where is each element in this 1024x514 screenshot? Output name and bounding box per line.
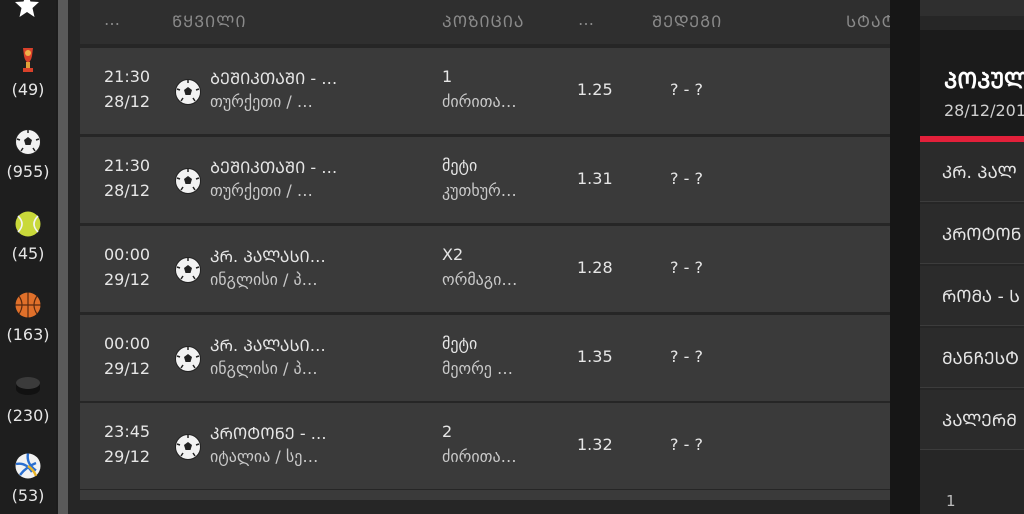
row-match: ᲙᲠᲝᲢᲝᲜᲔ - … <box>210 424 327 443</box>
soccer-ball-icon <box>175 168 201 194</box>
row-market: მეორე … <box>442 359 514 378</box>
row-match: ᲙᲠ. ᲞᲐᲚᲐᲡᲘ… <box>210 336 326 355</box>
bets-table: … ᲬᲧᲕᲘᲚᲘ ᲞᲝᲖᲘᲪᲘᲐ … ᲨᲔᲓᲔᲒᲘ ᲡᲢᲐᲢ 21:30 28/… <box>80 0 895 514</box>
panel-divider <box>890 0 920 514</box>
table-row[interactable]: 21:30 28/12 ᲑᲔᲨᲘᲙᲗᲐᲨᲘ - … თურქეთი / … 1 … <box>80 48 890 134</box>
popular-item[interactable]: ᲛᲐᲜᲩᲔᲡᲢ <box>920 328 1024 388</box>
row-league: იტალია / სე… <box>210 447 319 466</box>
header-col4: … <box>578 10 595 29</box>
row-odds: 1.32 <box>577 435 613 454</box>
sport-count: (955) <box>6 162 50 181</box>
hockey-puck-icon <box>16 377 40 395</box>
row-time: 21:30 <box>104 67 151 86</box>
popular-panel: ᲞᲝᲞᲣᲚ 28/12/201 ᲙᲠ. ᲞᲐᲚ ᲙᲠᲝᲢᲝᲜ ᲠᲝᲛᲐ - Ს … <box>920 0 1024 514</box>
row-time: 23:45 <box>104 422 151 441</box>
popular-item[interactable]: ᲙᲠᲝᲢᲝᲜ <box>920 204 1024 264</box>
row-date: 28/12 <box>104 181 151 200</box>
header-status: ᲡᲢᲐᲢ <box>846 12 896 31</box>
row-pick: მეტი <box>442 334 478 353</box>
sport-count: (49) <box>11 80 45 99</box>
popular-item-label: ᲞᲐᲚᲔᲠᲛ <box>942 411 1018 431</box>
table-row[interactable]: 00:00 29/12 ᲙᲠ. ᲞᲐᲚᲐᲡᲘ… ინგლისი / პ… მეტ… <box>80 315 890 401</box>
sport-count: (230) <box>6 406 50 425</box>
popular-item-label: ᲛᲐᲜᲩᲔᲡᲢ <box>942 349 1019 369</box>
row-pick: მეტი <box>442 156 478 175</box>
row-result: ? - ? <box>670 347 703 366</box>
popular-top-strip <box>920 0 1024 16</box>
popular-header: ᲞᲝᲞᲣᲚ 28/12/201 <box>920 30 1024 136</box>
volleyball-icon <box>15 453 41 479</box>
row-match: ᲙᲠ. ᲞᲐᲚᲐᲡᲘ… <box>210 247 326 266</box>
header-position: ᲞᲝᲖᲘᲪᲘᲐ <box>442 12 525 31</box>
tennis-ball-icon <box>15 211 41 237</box>
row-odds: 1.25 <box>577 80 613 99</box>
popular-item-label: ᲙᲠ. ᲞᲐᲚ <box>942 163 1017 183</box>
row-pick: 2 <box>442 422 453 441</box>
soccer-ball-icon <box>15 129 41 155</box>
row-date: 28/12 <box>104 92 151 111</box>
row-league: თურქეთი / … <box>210 92 313 111</box>
table-row[interactable]: 23:45 29/12 ᲙᲠᲝᲢᲝᲜᲔ - … იტალია / სე… 2 ძ… <box>80 403 890 489</box>
popular-item[interactable]: ᲞᲐᲚᲔᲠᲛ <box>920 390 1024 450</box>
header-event: ᲬᲧᲕᲘᲚᲘ <box>172 12 247 31</box>
row-market: კუთხურ… <box>442 181 517 200</box>
popular-item[interactable]: ᲠᲝᲛᲐ - Ს <box>920 266 1024 326</box>
table-footer <box>80 490 890 500</box>
row-league: ინგლისი / პ… <box>210 359 318 378</box>
sport-count: (53) <box>11 486 45 505</box>
soccer-ball-icon <box>175 257 201 283</box>
row-date: 29/12 <box>104 270 151 289</box>
soccer-ball-icon <box>175 346 201 372</box>
popular-date: 28/12/201 <box>944 101 1024 120</box>
row-odds: 1.28 <box>577 258 613 277</box>
worldcup-trophy-icon <box>23 48 33 72</box>
table-row[interactable]: 21:30 28/12 ᲑᲔᲨᲘᲙᲗᲐᲨᲘ - … თურქეთი / … მე… <box>80 137 890 223</box>
row-time: 21:30 <box>104 156 151 175</box>
app-root: (49) (955) (45) (163) (230) (53) … ᲬᲧᲕᲘᲚ… <box>0 0 1024 514</box>
sport-volleyball[interactable]: (53) <box>0 452 56 505</box>
row-match: ᲑᲔᲨᲘᲙᲗᲐᲨᲘ - … <box>210 69 338 88</box>
soccer-ball-icon <box>175 434 201 460</box>
sidebar-scrollbar[interactable] <box>58 0 68 514</box>
sport-count: (163) <box>6 325 50 344</box>
row-league: ინგლისი / პ… <box>210 270 318 289</box>
sport-tennis[interactable]: (45) <box>0 210 56 263</box>
header-col1: … <box>104 10 121 29</box>
popular-item-label: ᲙᲠᲝᲢᲝᲜ <box>942 225 1022 245</box>
row-time: 00:00 <box>104 245 151 264</box>
soccer-ball-icon <box>175 79 201 105</box>
gutter <box>68 0 80 514</box>
popular-item[interactable]: ᲙᲠ. ᲞᲐᲚ <box>920 142 1024 202</box>
row-date: 29/12 <box>104 447 151 466</box>
row-league: თურქეთი / … <box>210 181 313 200</box>
row-match: ᲑᲔᲨᲘᲙᲗᲐᲨᲘ - … <box>210 158 338 177</box>
row-pick: 1 <box>442 67 453 86</box>
sport-soccer[interactable]: (955) <box>0 128 56 181</box>
row-market: ძირითა… <box>442 92 517 111</box>
row-time: 00:00 <box>104 334 151 353</box>
row-odds: 1.31 <box>577 169 613 188</box>
row-market: ძირითა… <box>442 447 517 466</box>
table-row[interactable]: 00:00 29/12 ᲙᲠ. ᲞᲐᲚᲐᲡᲘ… ინგლისი / პ… X2 … <box>80 226 890 312</box>
sports-sidebar: (49) (955) (45) (163) (230) (53) <box>0 0 56 514</box>
sport-basketball[interactable]: (163) <box>0 291 56 344</box>
popular-page-number[interactable]: 1 <box>946 492 956 510</box>
row-result: ? - ? <box>670 435 703 454</box>
popular-item-label: ᲠᲝᲛᲐ - Ს <box>942 287 1020 307</box>
header-result: ᲨᲔᲓᲔᲒᲘ <box>652 12 723 31</box>
row-date: 29/12 <box>104 359 151 378</box>
row-pick: X2 <box>442 245 464 264</box>
row-result: ? - ? <box>670 169 703 188</box>
row-result: ? - ? <box>670 80 703 99</box>
row-market: ორმაგი… <box>442 270 518 289</box>
row-result: ? - ? <box>670 258 703 277</box>
star-icon[interactable] <box>14 0 40 18</box>
row-odds: 1.35 <box>577 347 613 366</box>
sport-worldcup[interactable]: (49) <box>0 46 56 99</box>
basketball-icon <box>15 292 41 318</box>
table-header: … ᲬᲧᲕᲘᲚᲘ ᲞᲝᲖᲘᲪᲘᲐ … ᲨᲔᲓᲔᲒᲘ ᲡᲢᲐᲢ <box>80 0 895 44</box>
popular-title: ᲞᲝᲞᲣᲚ <box>944 69 1024 94</box>
sport-hockey[interactable]: (230) <box>0 372 56 425</box>
sport-count: (45) <box>11 244 45 263</box>
